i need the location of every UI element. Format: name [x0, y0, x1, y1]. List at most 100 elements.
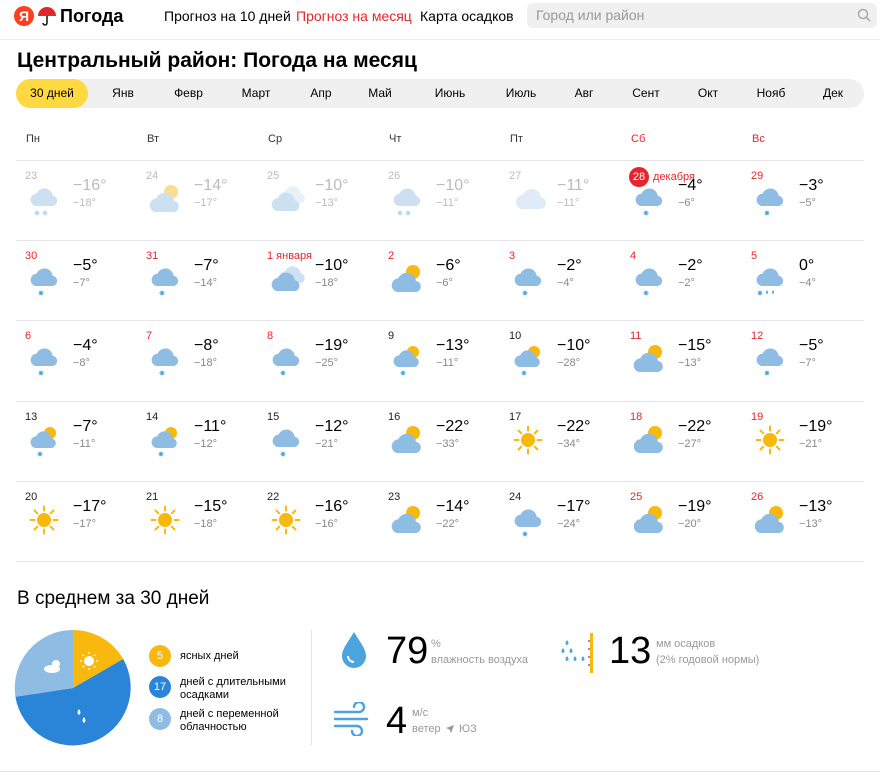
partly-cloudy-icon [387, 422, 427, 460]
month-tab-2[interactable]: Февр [166, 79, 211, 108]
day-temp-high: −10° [557, 337, 591, 354]
day-cell[interactable]: 23 −14° −22° [379, 481, 500, 561]
day-cell[interactable]: 3 −2° −4° [500, 240, 621, 320]
month-tab-3[interactable]: Март [231, 79, 281, 108]
day-temp-low: −21° [799, 438, 823, 450]
nav-precip-map[interactable]: Карта осадков [420, 8, 514, 24]
humidity-value: 79 [386, 630, 429, 672]
day-cell[interactable]: 6 −4° −8° [16, 320, 137, 400]
cloud-snowflake-icon [629, 261, 669, 299]
partly-cloudy-icon [629, 341, 669, 379]
weekday-header: Пн [26, 133, 40, 145]
footer-divider [0, 771, 880, 772]
search-icon[interactable] [857, 8, 871, 22]
legend-count: 17 [149, 676, 171, 698]
day-temp-high: −3° [799, 177, 824, 194]
day-cell[interactable]: 29 −3° −5° [742, 160, 863, 240]
day-cell[interactable]: 23 −16° −18° [16, 160, 137, 240]
day-cell[interactable]: 12 −5° −7° [742, 320, 863, 400]
day-temp-low: −7° [73, 277, 90, 289]
day-cell[interactable]: 26 −13° −13° [742, 481, 863, 561]
summary-divider [311, 630, 312, 745]
weekday-header: Ср [268, 133, 283, 145]
day-temp-high: −19° [799, 418, 833, 435]
day-temp-low: −25° [315, 357, 339, 369]
day-cell[interactable]: 17 −22° −34° [500, 401, 621, 481]
partly-cloudy-icon [387, 502, 427, 540]
sun-icon [266, 502, 306, 540]
wind-direction-arrow-icon [446, 725, 454, 733]
cloud-snowflake-icon [24, 341, 64, 379]
day-temp-high: −19° [678, 498, 712, 515]
day-cell[interactable]: 22 −16° −16° [258, 481, 379, 561]
day-cell[interactable]: 20 −17° −17° [16, 481, 137, 561]
day-temp-high: −12° [315, 418, 349, 435]
precip-unit: мм осадков [656, 638, 716, 650]
weekday-header: Пт [510, 133, 523, 145]
day-temp-low: −2° [678, 277, 695, 289]
day-cell[interactable]: 13 −7° −11° [16, 401, 137, 481]
nav-10-days[interactable]: Прогноз на 10 дней [164, 8, 291, 24]
day-temp-high: −16° [315, 498, 349, 515]
day-cell[interactable]: 2 −6° −6° [379, 240, 500, 320]
search-box [527, 3, 877, 28]
day-temp-low: −13° [678, 357, 702, 369]
month-tab-1[interactable]: Янв [106, 79, 140, 108]
partly-cloudy-icon [387, 261, 427, 299]
day-cell[interactable]: 4 −2° −2° [621, 240, 742, 320]
day-cell[interactable]: 18 −22° −27° [621, 401, 742, 481]
day-cell[interactable]: 24 −14° −17° [137, 160, 258, 240]
day-cell[interactable]: 30 −5° −7° [16, 240, 137, 320]
legend-count: 8 [149, 708, 171, 730]
day-temp-high: −14° [194, 177, 228, 194]
wind-unit: м/с [412, 707, 429, 719]
day-cell[interactable]: 14 −11° −12° [137, 401, 258, 481]
day-cell[interactable]: 25 −10° −13° [258, 160, 379, 240]
day-cell[interactable]: 28 декабря −4° −6° [621, 160, 742, 240]
month-tab-8[interactable]: Авг [569, 79, 599, 108]
day-cell[interactable]: 5 0° −4° [742, 240, 863, 320]
month-tab-12[interactable]: Дек [813, 79, 853, 108]
nav-month[interactable]: Прогноз на месяц [296, 8, 412, 24]
month-tab-7[interactable]: Июль [500, 79, 542, 108]
day-cell[interactable]: 11 −15° −13° [621, 320, 742, 400]
logo[interactable]: Я Погода [14, 4, 123, 28]
humidity-label: влажность воздуха [431, 654, 528, 666]
day-cell[interactable]: 10 −10° −28° [500, 320, 621, 400]
day-cell[interactable]: 24 −17° −24° [500, 481, 621, 561]
day-cell[interactable]: 19 −19° −21° [742, 401, 863, 481]
day-cell[interactable]: 16 −22° −33° [379, 401, 500, 481]
sun-icon [145, 502, 185, 540]
day-cell[interactable]: 8 −19° −25° [258, 320, 379, 400]
sun-icon [508, 422, 548, 460]
day-cell[interactable]: 7 −8° −18° [137, 320, 258, 400]
partly-cloudy-snow-icon [24, 422, 64, 460]
month-tab-10[interactable]: Окт [691, 79, 725, 108]
day-temp-low: −4° [799, 277, 816, 289]
month-tab-5[interactable]: Май [361, 79, 399, 108]
day-temp-low: −18° [315, 277, 339, 289]
precip-label: (2% годовой нормы) [656, 654, 760, 666]
cloud-icon [508, 181, 548, 219]
day-cell[interactable]: 31 −7° −14° [137, 240, 258, 320]
day-temp-low: −11° [436, 357, 459, 369]
month-tab-4[interactable]: Апр [304, 79, 338, 108]
search-input[interactable] [536, 6, 836, 24]
day-cell[interactable]: 27 −11° −11° [500, 160, 621, 240]
month-tab-6[interactable]: Июнь [428, 79, 472, 108]
day-cell[interactable]: 1 января −10° −18° [258, 240, 379, 320]
day-temp-low: −11° [436, 197, 459, 209]
day-cell[interactable]: 15 −12° −21° [258, 401, 379, 481]
day-temp-high: −11° [557, 177, 590, 194]
day-temp-low: −28° [557, 357, 581, 369]
month-tab-11[interactable]: Нояб [749, 79, 793, 108]
cloud-snowflake-icon [24, 261, 64, 299]
day-cell[interactable]: 21 −15° −18° [137, 481, 258, 561]
day-cell[interactable]: 9 −13° −11° [379, 320, 500, 400]
humidity-drop-icon [342, 632, 366, 668]
month-tab-9[interactable]: Сент [625, 79, 667, 108]
day-cell[interactable]: 25 −19° −20° [621, 481, 742, 561]
day-temp-low: −13° [315, 197, 339, 209]
day-cell[interactable]: 26 −10° −11° [379, 160, 500, 240]
month-tab-0[interactable]: 30 дней [16, 79, 88, 108]
